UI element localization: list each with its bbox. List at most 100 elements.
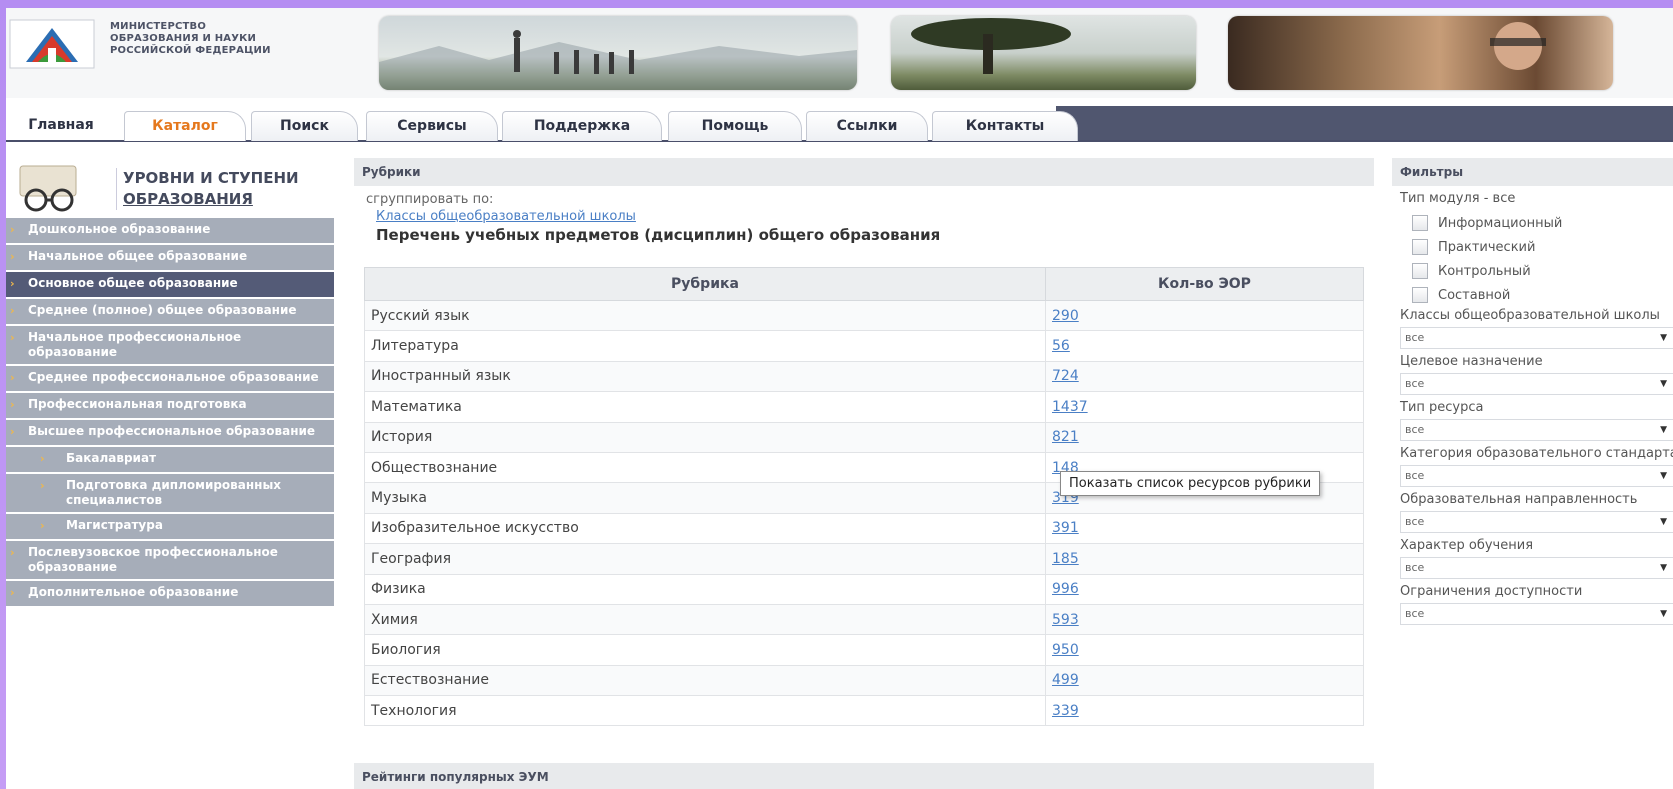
glasses-book-icon — [19, 165, 77, 212]
menu-item-secondary[interactable]: › Среднее (полное) общее образование — [6, 299, 334, 324]
subject-list-title: Перечень учебных предметов (дисциплин) о… — [376, 226, 941, 244]
filters-title: Фильтры — [1392, 158, 1673, 186]
menu-item-specialist[interactable]: › Подготовка дипломированных специалистов — [6, 474, 334, 512]
tab-support[interactable]: Поддержка — [502, 111, 662, 141]
checkbox-label: Информационный — [1438, 215, 1563, 231]
select-value: все — [1405, 515, 1425, 528]
filter-select[interactable]: все ▼ — [1400, 327, 1673, 349]
chevron-down-icon[interactable]: ▼ — [1660, 558, 1667, 578]
rubric-count-cell: 339 — [1045, 695, 1364, 727]
table-row: Литература 56 — [364, 330, 1364, 362]
rubric-count-link[interactable]: 185 — [1052, 551, 1079, 567]
menu-item-primary[interactable]: › Начальное общее образование — [6, 245, 334, 270]
ministry-name: МИНИСТЕРСТВО ОБРАЗОВАНИЯ И НАУКИ РОССИЙС… — [110, 21, 271, 56]
rubric-count-cell: 391 — [1045, 512, 1364, 545]
module-type-option[interactable]: Контрольный — [1412, 263, 1673, 279]
rubric-count-link[interactable]: 724 — [1052, 368, 1079, 384]
tab-services[interactable]: Сервисы — [366, 111, 498, 141]
menu-item-vocational-training[interactable]: › Профессиональная подготовка — [6, 393, 334, 418]
table-row: Русский язык 290 — [364, 299, 1364, 332]
menu-item-basic[interactable]: › Основное общее образование — [6, 272, 334, 297]
table-row: Изобразительное искусство 391 — [364, 512, 1364, 545]
rubric-name: Русский язык — [364, 299, 1046, 332]
table-row: История 821 — [364, 421, 1364, 453]
chevron-right-icon: › — [10, 223, 15, 236]
rubric-name: Химия — [364, 603, 1046, 636]
tree-photo-image — [911, 18, 1071, 74]
filter-select[interactable]: все ▼ — [1400, 465, 1673, 487]
checkbox[interactable] — [1412, 239, 1428, 255]
menu-item-preschool[interactable]: › Дошкольное образование — [6, 218, 334, 243]
filter-select[interactable]: все ▼ — [1400, 373, 1673, 395]
filter-select[interactable]: все ▼ — [1400, 557, 1673, 579]
ministry-logo-icon[interactable] — [8, 18, 96, 70]
tab-catalog[interactable]: Каталог — [124, 111, 246, 141]
module-type-checkboxes: Информационный Практический Контрольный Сос… — [1392, 215, 1673, 303]
tab-contacts[interactable]: Контакты — [932, 111, 1078, 141]
chevron-down-icon[interactable]: ▼ — [1660, 604, 1667, 624]
module-type-option[interactable]: Информационный — [1412, 215, 1673, 231]
table-row: Химия 593 — [364, 603, 1364, 636]
chevron-right-icon: › — [10, 250, 15, 263]
chevron-down-icon[interactable]: ▼ — [1660, 420, 1667, 440]
rubric-name: Иностранный язык — [364, 360, 1046, 393]
rubric-name: Биология — [364, 634, 1046, 666]
module-type-option[interactable]: Практический — [1412, 239, 1673, 255]
filter-select[interactable]: все ▼ — [1400, 419, 1673, 441]
select-value: все — [1405, 469, 1425, 482]
filter-select[interactable]: все ▼ — [1400, 603, 1673, 625]
chevron-right-icon: › — [40, 519, 45, 532]
filter-label: Категория образовательного стандарта — [1400, 446, 1673, 461]
menu-item-additional[interactable]: › Дополнительное образование — [6, 581, 334, 606]
filter-label: Ограничения доступности — [1400, 584, 1583, 599]
select-value: все — [1405, 331, 1425, 344]
checkbox[interactable] — [1412, 215, 1428, 231]
chevron-right-icon: › — [10, 425, 15, 438]
menu-item-secondary-vocational[interactable]: › Среднее профессиональное образование — [6, 366, 334, 391]
rubric-count-link[interactable]: 593 — [1052, 612, 1079, 628]
rubric-count-link[interactable]: 391 — [1052, 520, 1079, 536]
filter-label: Тип ресурса — [1400, 400, 1484, 415]
rubric-count-link[interactable]: 56 — [1052, 338, 1070, 354]
tab-search[interactable]: Поиск — [251, 111, 358, 141]
rubric-count-link[interactable]: 821 — [1052, 429, 1079, 445]
rubric-name: Естествознание — [364, 664, 1046, 697]
rubric-count-link[interactable]: 339 — [1052, 703, 1079, 719]
rubric-count-cell: 821 — [1045, 421, 1364, 453]
menu-item-master[interactable]: › Магистратура — [6, 514, 334, 539]
checkbox[interactable] — [1412, 287, 1428, 303]
select-value: все — [1405, 423, 1425, 436]
chevron-down-icon[interactable]: ▼ — [1660, 328, 1667, 348]
tab-links[interactable]: Ссылки — [806, 111, 928, 141]
menu-item-bachelor[interactable]: › Бакалавриат — [6, 447, 334, 472]
chevron-down-icon[interactable]: ▼ — [1660, 466, 1667, 486]
group-by-link[interactable]: Классы общеобразовательной школы — [376, 209, 1374, 224]
tab-home[interactable]: Главная — [6, 111, 116, 140]
module-type-option[interactable]: Составной — [1412, 287, 1673, 303]
checkbox-label: Составной — [1438, 287, 1511, 303]
column-header-rubric[interactable]: Рубрика — [364, 267, 1046, 301]
filters-panel: Фильтры Тип модуля - все Информационный П… — [1392, 158, 1673, 625]
column-header-count[interactable]: Кол-во ЭОР — [1045, 267, 1364, 301]
filter-select[interactable]: все ▼ — [1400, 511, 1673, 533]
site-header: МИНИСТЕРСТВО ОБРАЗОВАНИЯ И НАУКИ РОССИЙС… — [6, 8, 1673, 98]
rubric-count-link[interactable]: 996 — [1052, 581, 1079, 597]
rubric-count-link[interactable]: 950 — [1052, 642, 1079, 658]
chevron-right-icon: › — [10, 304, 15, 317]
chevron-down-icon[interactable]: ▼ — [1660, 374, 1667, 394]
rubric-name: Музыка — [364, 482, 1046, 514]
menu-item-higher[interactable]: › Высшее профессиональное образование — [6, 420, 334, 445]
select-value: все — [1405, 377, 1425, 390]
checkbox-label: Практический — [1438, 239, 1536, 255]
rubric-count-link[interactable]: 499 — [1052, 672, 1079, 688]
tab-help[interactable]: Помощь — [668, 111, 802, 141]
menu-item-postgraduate[interactable]: › Послевузовское профессиональное образов… — [6, 541, 334, 579]
rubric-count-link[interactable]: 1437 — [1052, 399, 1088, 415]
menu-item-initial-vocational[interactable]: › Начальное профессиональное образование — [6, 326, 334, 364]
rubric-count-cell: 290 — [1045, 299, 1364, 332]
chevron-down-icon[interactable]: ▼ — [1660, 512, 1667, 532]
chevron-right-icon: › — [10, 398, 15, 411]
chevron-right-icon: › — [10, 586, 15, 599]
rubric-count-link[interactable]: 290 — [1052, 308, 1079, 324]
checkbox[interactable] — [1412, 263, 1428, 279]
